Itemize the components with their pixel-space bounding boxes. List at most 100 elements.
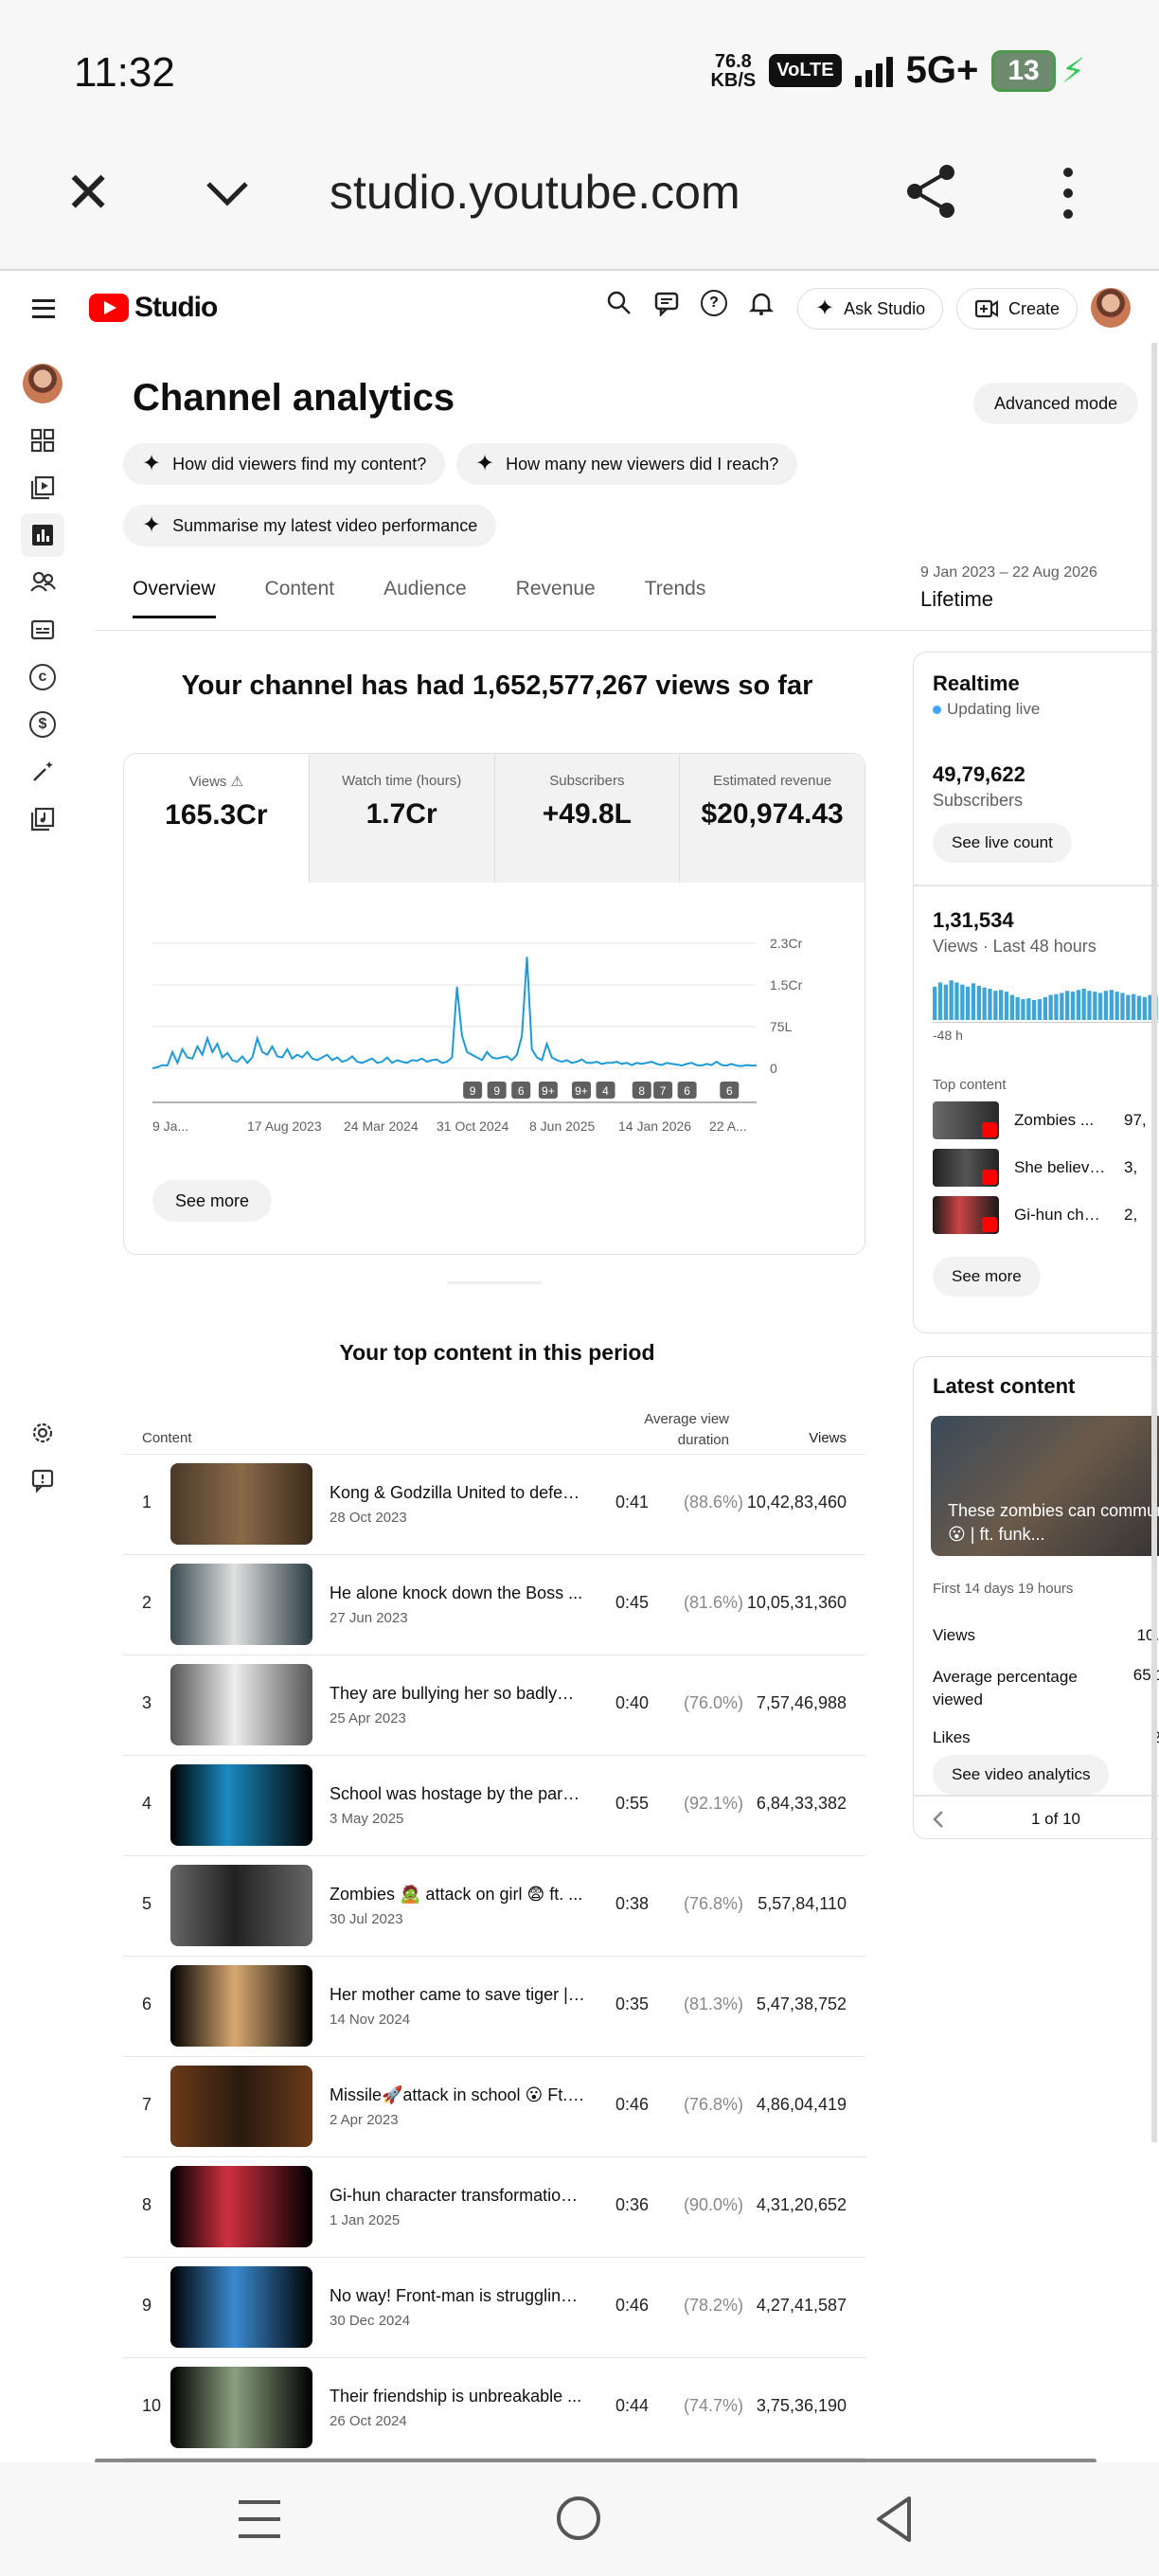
chevron-down-icon[interactable] xyxy=(199,165,256,222)
bell-icon[interactable] xyxy=(748,290,775,316)
video-thumbnail[interactable] xyxy=(170,1965,312,2047)
video-thumbnail[interactable] xyxy=(170,1463,312,1545)
metric-revenue[interactable]: Estimated revenue $20,974.43 xyxy=(679,754,865,883)
tab-trends[interactable]: Trends xyxy=(645,578,706,618)
advanced-mode-button[interactable]: Advanced mode xyxy=(973,383,1139,424)
video-thumbnail[interactable] xyxy=(170,1764,312,1846)
table-row[interactable]: 6 Her mother came to save tiger | f... 14 … xyxy=(123,1957,865,2057)
latest-video-thumbnail[interactable]: These zombies can communicate 😮 | ft. fu… xyxy=(931,1416,1159,1556)
dashboard-icon[interactable] xyxy=(21,419,64,462)
video-publish-marker[interactable]: 6 xyxy=(720,1082,740,1099)
help-icon[interactable]: ? xyxy=(701,290,727,316)
video-publish-marker[interactable]: 6 xyxy=(511,1082,531,1099)
see-video-analytics-button[interactable]: See video analytics xyxy=(933,1755,1110,1795)
search-icon[interactable] xyxy=(606,290,633,316)
video-title[interactable]: Her mother came to save tiger | f... xyxy=(330,1985,585,2005)
table-row[interactable]: 3 They are bullying her so badly😰|... 25 A… xyxy=(123,1655,865,1756)
video-thumbnail[interactable] xyxy=(170,2266,312,2348)
home-icon[interactable] xyxy=(557,2496,600,2540)
table-row[interactable]: 10 Their friendship is unbreakable ... 26 … xyxy=(123,2358,865,2459)
table-row[interactable]: 9 No way! Front-man is struggling i... 30 … xyxy=(123,2258,865,2358)
subtitles-icon[interactable] xyxy=(21,608,64,652)
video-title[interactable]: Missile🚀attack in school 😮 Ft. ... xyxy=(330,2085,585,2105)
realtime-top-item[interactable]: She believe ... 3, xyxy=(933,1149,1137,1187)
tab-revenue[interactable]: Revenue xyxy=(516,578,596,618)
see-more-button[interactable]: See more xyxy=(152,1180,273,1222)
video-title[interactable]: He alone knock down the Boss ... xyxy=(330,1583,585,1603)
realtime-top-item[interactable]: Gi-hun char... 2, xyxy=(933,1196,1137,1234)
suggestion-chip-find[interactable]: ✦ How did viewers find my content? xyxy=(123,443,446,485)
video-thumbnail[interactable] xyxy=(170,1865,312,1946)
table-row[interactable]: 1 Kong & Godzilla United to defeat ... 28 … xyxy=(123,1455,865,1555)
tab-audience[interactable]: Audience xyxy=(383,578,467,618)
back-icon[interactable] xyxy=(871,2495,917,2544)
metric-subscribers[interactable]: Subscribers +49.8L xyxy=(493,754,680,883)
video-thumbnail[interactable] xyxy=(170,1564,312,1645)
video-thumbnail[interactable] xyxy=(170,2166,312,2247)
suggestion-chip-summary[interactable]: ✦ Summarise my latest video performance xyxy=(123,505,497,546)
video-publish-marker[interactable]: 9 xyxy=(487,1082,507,1099)
tab-overview[interactable]: Overview xyxy=(133,578,216,618)
vertical-scrollbar[interactable] xyxy=(1151,343,1157,2142)
more-options-icon[interactable] xyxy=(1053,163,1083,224)
video-title[interactable]: Zombies 🧟 attack on girl 😨 ft. ... xyxy=(330,1885,585,1905)
settings-icon[interactable] xyxy=(21,1411,64,1455)
views-series-line xyxy=(152,957,757,1069)
audio-library-icon[interactable] xyxy=(21,797,64,841)
video-title[interactable]: They are bullying her so badly😰|... xyxy=(330,1684,585,1704)
analytics-icon[interactable] xyxy=(21,513,64,557)
video-title[interactable]: Kong & Godzilla United to defeat ... xyxy=(330,1483,585,1503)
menu-icon[interactable] xyxy=(32,299,55,318)
studio-logo[interactable]: Studio xyxy=(89,292,218,324)
date-range-picker[interactable]: 9 Jan 2023 – 22 Aug 2026 Lifetime xyxy=(920,564,1097,612)
video-publish-marker[interactable]: 8 xyxy=(632,1082,651,1099)
channel-avatar[interactable] xyxy=(23,364,62,403)
video-publish-marker[interactable]: 6 xyxy=(677,1082,697,1099)
customisation-icon[interactable]: ✦ xyxy=(21,750,64,794)
earn-icon[interactable]: $ xyxy=(21,703,64,746)
recent-apps-icon[interactable] xyxy=(239,2500,280,2538)
video-thumbnail[interactable] xyxy=(170,2066,312,2147)
content-icon[interactable] xyxy=(21,466,64,510)
table-row[interactable]: 5 Zombies 🧟 attack on girl 😨 ft. ... 30 Ju… xyxy=(123,1856,865,1957)
video-publish-marker[interactable]: 7 xyxy=(653,1082,673,1099)
metric-value: $20,974.43 xyxy=(701,798,844,830)
video-views: 5,57,84,110 xyxy=(758,1894,847,1913)
realtime-bar xyxy=(1009,994,1014,1020)
metric-watch-time[interactable]: Watch time (hours) 1.7Cr xyxy=(308,754,494,883)
video-thumbnail[interactable] xyxy=(170,2367,312,2448)
see-more-realtime-button[interactable]: See more xyxy=(933,1257,1041,1297)
realtime-bar xyxy=(960,984,965,1020)
suggestion-chip-reach[interactable]: ✦ How many new viewers did I reach? xyxy=(456,443,798,485)
table-row[interactable]: 8 Gi-hun character transformation i... 1 J… xyxy=(123,2157,865,2258)
stat-average-percentage: Average percentage viewed65.1% xyxy=(933,1666,1159,1711)
video-title[interactable]: No way! Front-man is struggling i... xyxy=(330,2286,585,2306)
table-row[interactable]: 7 Missile🚀attack in school 😮 Ft. ... 2 Apr… xyxy=(123,2057,865,2157)
see-live-count-button[interactable]: See live count xyxy=(933,823,1072,863)
table-row[interactable]: 2 He alone knock down the Boss ... 27 Jun … xyxy=(123,1555,865,1655)
video-publish-marker[interactable]: 9+ xyxy=(571,1082,591,1099)
video-publish-marker[interactable]: 9 xyxy=(463,1082,483,1099)
video-title[interactable]: Their friendship is unbreakable ... xyxy=(330,2387,585,2406)
share-icon[interactable] xyxy=(901,161,962,222)
item-title: Zombies ... xyxy=(1014,1111,1095,1129)
send-feedback-icon[interactable] xyxy=(21,1458,64,1502)
create-button[interactable]: Create xyxy=(956,288,1079,330)
url-text[interactable]: studio.youtube.com xyxy=(330,165,740,220)
video-thumbnail[interactable] xyxy=(170,1664,312,1745)
video-title[interactable]: Gi-hun character transformation i... xyxy=(330,2186,585,2206)
close-tab-icon[interactable]: ✕ xyxy=(64,165,112,222)
table-row[interactable]: 4 School was hostage by the paras... 3 May… xyxy=(123,1756,865,1856)
metric-views[interactable]: Views ⚠ 165.3Cr xyxy=(124,754,309,883)
account-avatar[interactable] xyxy=(1091,288,1131,328)
thumbnail xyxy=(933,1149,999,1187)
feedback-icon[interactable] xyxy=(653,290,680,316)
realtime-top-item[interactable]: Zombies ... 97, xyxy=(933,1101,1147,1139)
copyright-icon[interactable]: c xyxy=(21,655,64,699)
video-publish-marker[interactable]: 4 xyxy=(596,1082,615,1099)
tab-content[interactable]: Content xyxy=(265,578,335,618)
video-publish-marker[interactable]: 9+ xyxy=(538,1082,558,1099)
community-icon[interactable] xyxy=(21,561,64,604)
ask-studio-button[interactable]: ✦ Ask Studio xyxy=(797,288,944,330)
video-title[interactable]: School was hostage by the paras... xyxy=(330,1784,585,1804)
